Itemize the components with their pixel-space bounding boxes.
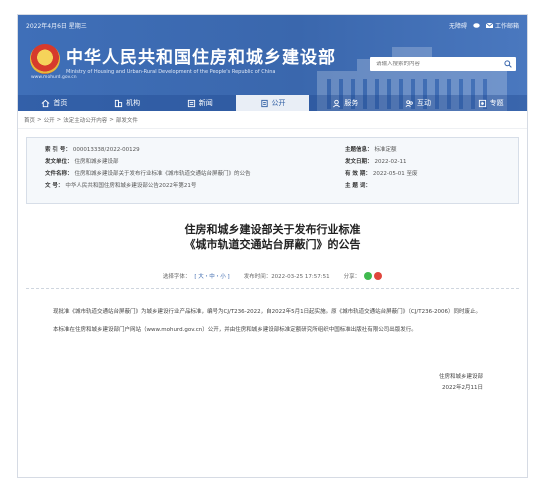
nav-label: 互动	[416, 99, 431, 107]
top-links: 无障碍 工作邮箱	[449, 21, 519, 30]
nav-label: 新闻	[198, 99, 213, 107]
index-label: 索 引 号：	[45, 147, 71, 153]
breadcrumb-statutory[interactable]: 法定主动公开内容	[63, 116, 107, 124]
keyword-label: 主 题 词：	[345, 183, 371, 189]
building-icon	[114, 99, 123, 107]
site-url: www.mohurd.gov.cn	[31, 75, 77, 80]
index-value: 000013338/2022-00129	[72, 147, 140, 153]
font-size-label: 选择字体：	[162, 274, 191, 280]
nav-label: 机构	[126, 99, 141, 107]
national-emblem-icon	[30, 44, 60, 74]
category-value: 标准定额	[374, 147, 397, 153]
nav-label: 公开	[271, 99, 286, 107]
nav-label: 服务	[344, 99, 359, 107]
publish-time: 发布时间：2022-03-25 17:57:51	[243, 274, 330, 280]
article-body: 现批准《城市轨道交通站台屏蔽门》为城乡建设行业产品标准，编号为CJ/T236-2…	[26, 307, 519, 336]
current-date: 2022年4月6日 星期三	[26, 22, 87, 30]
page-frame: 2022年4月6日 星期三 无障碍 工作邮箱 中华人民共和国住房和城乡建设部 M…	[17, 14, 528, 478]
site-brand[interactable]: 中华人民共和国住房和城乡建设部 Ministry of Housing and …	[30, 43, 336, 75]
nav-public[interactable]: 公开	[236, 95, 309, 111]
breadcrumb-public[interactable]: 公开	[44, 116, 55, 124]
breadcrumb-documents[interactable]: 部发文件	[116, 116, 138, 124]
article-paragraph: 现批准《城市轨道交通站台屏蔽门》为城乡建设行业产品标准，编号为CJ/T236-2…	[53, 309, 482, 315]
nav-interaction[interactable]: 互动	[382, 95, 455, 111]
main-nav: 首页 机构 新闻 公开 服务 互动 专题	[18, 95, 527, 111]
issue-date-value: 2022-02-11	[374, 159, 407, 165]
mail-label: 工作邮箱	[494, 22, 519, 30]
nav-organization[interactable]: 机构	[91, 95, 164, 111]
weibo-share-icon[interactable]	[374, 272, 383, 280]
nav-service[interactable]: 服务	[309, 95, 382, 111]
weibo-link[interactable]	[473, 22, 480, 28]
doc-name-label: 文件名称：	[45, 171, 73, 177]
top-bar: 2022年4月6日 星期三 无障碍 工作邮箱	[18, 15, 527, 35]
share-label: 分享：	[343, 274, 361, 280]
signature-org: 住房和城乡建设部	[438, 374, 483, 380]
article: 住房和城乡建设部关于发布行业标准 《城市轨道交通站台屏蔽门》的公告 选择字体： …	[26, 222, 519, 394]
breadcrumb: 首页 > 公开 > 法定主动公开内容 > 部发文件	[18, 111, 527, 129]
signature-date: 2022年2月11日	[442, 385, 483, 391]
nav-news[interactable]: 新闻	[163, 95, 236, 111]
nav-home[interactable]: 首页	[18, 95, 91, 111]
article-title-line2: 《城市轨道交通站台屏蔽门》的公告	[184, 238, 361, 251]
nav-topic[interactable]: 专题	[454, 95, 527, 111]
interaction-icon	[405, 99, 413, 107]
search-box	[370, 57, 516, 71]
document-icon	[260, 99, 268, 107]
doc-name-value: 住房和城乡建设部关于发布行业标准《城市轨道交通站台屏蔽门》的公告	[74, 171, 251, 177]
breadcrumb-separator: >	[37, 116, 42, 123]
breadcrumb-separator: >	[56, 116, 62, 123]
wechat-share-icon[interactable]	[364, 272, 373, 280]
article-paragraph: 本标准在住房和城乡建设部门户网站（www.mohurd.gov.cn）公开，并由…	[53, 327, 417, 333]
breadcrumb-separator: >	[109, 116, 114, 123]
search-icon	[504, 60, 512, 68]
search-input[interactable]	[370, 61, 500, 67]
ministry-name-cn: 中华人民共和国住房和城乡建设部	[66, 48, 336, 68]
weibo-icon	[473, 23, 480, 28]
doc-number-label: 文 号：	[45, 183, 64, 189]
service-icon	[333, 99, 341, 107]
mail-link[interactable]: 工作邮箱	[485, 21, 519, 30]
issue-date-label: 发文日期：	[345, 159, 373, 165]
nav-label: 首页	[53, 99, 68, 107]
article-divider	[26, 288, 519, 289]
article-signature: 住房和城乡建设部 2022年2月11日	[26, 372, 519, 394]
document-metadata: 索 引 号： 000013338/2022-00129 主题信息： 标准定额 发…	[26, 137, 519, 204]
issuer-label: 发文单位：	[45, 159, 73, 165]
article-info-line: 选择字体： [ 大・中・小 ] 发布时间：2022-03-25 17:57:51…	[26, 272, 519, 280]
nav-label: 专题	[489, 99, 504, 107]
category-label: 主题信息：	[345, 147, 373, 153]
validity-value: 2022-05-01 至废	[372, 171, 418, 177]
article-title-line1: 住房和城乡建设部关于发布行业标准	[184, 223, 361, 236]
doc-number-value: 中华人民共和国住房和城乡建设部公告2022年第21号	[65, 183, 197, 189]
search-button[interactable]	[500, 57, 516, 71]
ministry-name-en: Ministry of Housing and Urban-Rural Deve…	[66, 69, 276, 75]
accessibility-link[interactable]: 无障碍	[449, 21, 467, 30]
topic-icon	[478, 99, 486, 107]
issuer-value: 住房和城乡建设部	[74, 159, 119, 165]
breadcrumb-home[interactable]: 首页	[24, 116, 35, 124]
validity-label: 有 效 期：	[345, 171, 371, 177]
home-icon	[41, 99, 50, 107]
news-icon	[187, 99, 195, 107]
font-size-selector[interactable]: [ 大・中・小 ]	[194, 272, 229, 280]
share-buttons	[364, 272, 383, 280]
site-header: 2022年4月6日 星期三 无障碍 工作邮箱 中华人民共和国住房和城乡建设部 M…	[18, 15, 527, 111]
mail-icon	[485, 22, 493, 28]
